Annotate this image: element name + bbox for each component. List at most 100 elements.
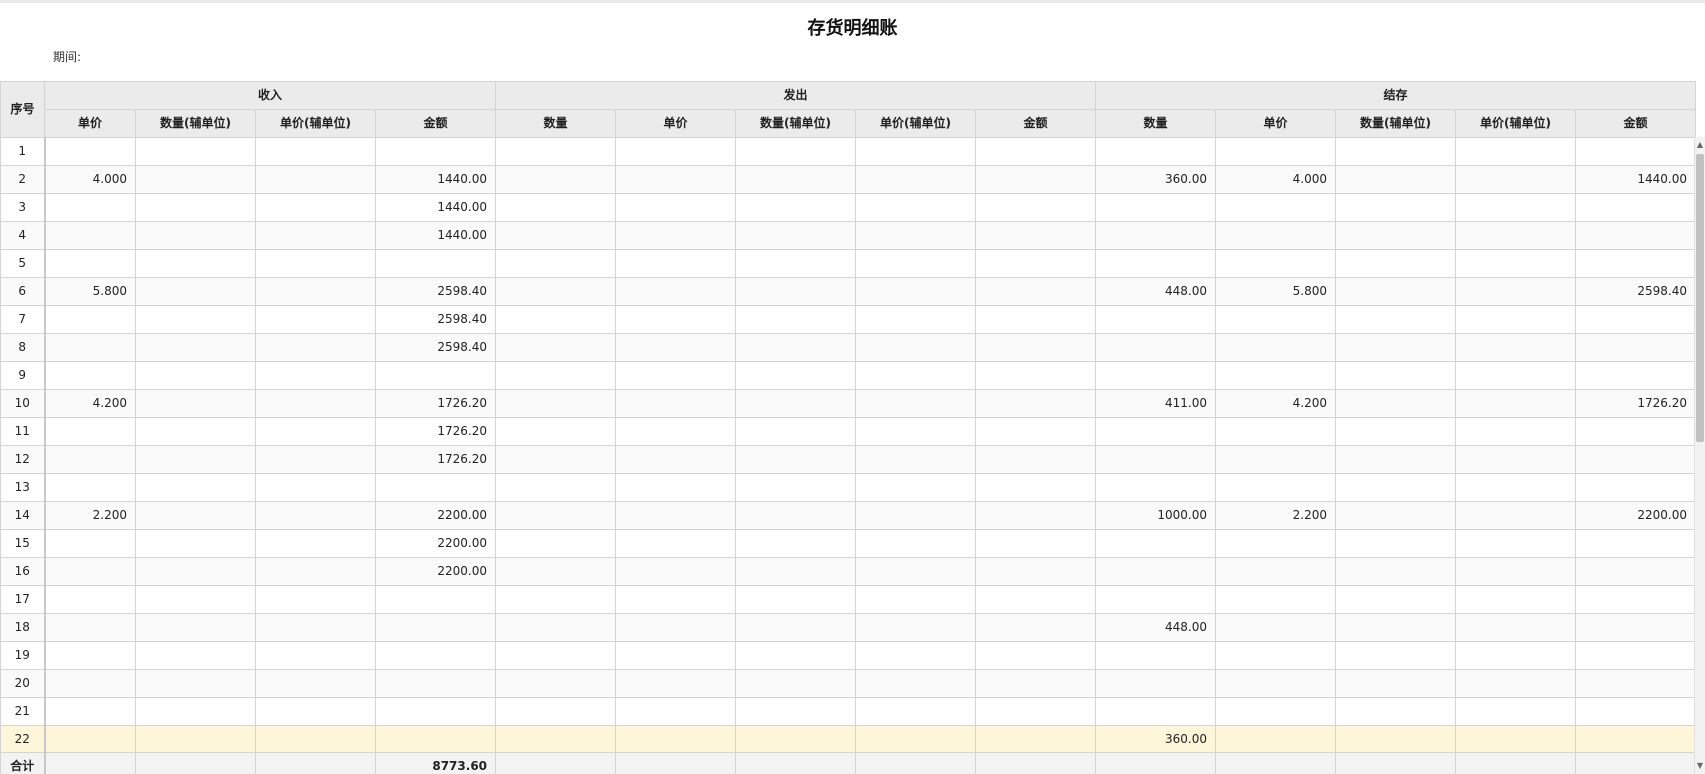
data-cell[interactable] (975, 752, 1097, 774)
data-cell[interactable] (44, 641, 136, 670)
data-cell[interactable] (615, 697, 737, 726)
data-cell[interactable] (374, 473, 497, 502)
data-cell[interactable] (1335, 669, 1457, 698)
data-cell[interactable] (855, 361, 977, 390)
data-cell[interactable] (135, 305, 256, 334)
data-cell[interactable] (855, 725, 977, 753)
data-cell[interactable] (1575, 529, 1697, 558)
data-cell[interactable] (495, 165, 617, 194)
data-cell[interactable] (1335, 193, 1457, 222)
data-cell[interactable] (1575, 137, 1697, 166)
data-cell[interactable] (255, 361, 376, 390)
data-cell[interactable] (735, 473, 857, 502)
data-cell[interactable] (495, 585, 617, 614)
data-cell[interactable] (1215, 585, 1337, 614)
data-cell[interactable] (374, 725, 497, 753)
data-cell[interactable] (735, 641, 857, 670)
data-cell[interactable] (1215, 557, 1337, 586)
data-cell[interactable] (255, 165, 376, 194)
data-cell[interactable] (255, 585, 376, 614)
column-header[interactable]: 单价 (44, 109, 136, 138)
data-cell[interactable] (1455, 165, 1577, 194)
data-cell[interactable] (44, 305, 136, 334)
data-cell[interactable]: 411.00 (1095, 389, 1217, 418)
data-cell[interactable] (135, 221, 256, 250)
data-cell[interactable] (1215, 445, 1337, 474)
data-cell[interactable] (44, 697, 136, 726)
data-cell[interactable]: 2598.40 (374, 305, 497, 334)
data-cell[interactable] (255, 669, 376, 698)
table-row[interactable]: 15 2200.00 (0, 529, 1697, 558)
data-cell[interactable] (1215, 669, 1337, 698)
data-cell[interactable] (1575, 752, 1697, 774)
data-cell[interactable] (855, 752, 977, 774)
data-cell[interactable] (975, 137, 1097, 166)
table-row[interactable]: 22 360.00 (0, 725, 1697, 753)
data-cell[interactable] (735, 137, 857, 166)
data-cell[interactable] (135, 277, 256, 306)
data-cell[interactable] (1335, 277, 1457, 306)
data-cell[interactable] (975, 641, 1097, 670)
data-cell[interactable]: 5.800 (44, 277, 136, 306)
table-row[interactable]: 12 1726.20 (0, 445, 1697, 474)
data-cell[interactable] (615, 221, 737, 250)
column-header[interactable]: 单价 (615, 109, 737, 138)
data-cell[interactable] (1095, 137, 1217, 166)
data-cell[interactable] (975, 585, 1097, 614)
data-cell[interactable] (44, 585, 136, 614)
data-cell[interactable] (495, 557, 617, 586)
data-cell[interactable] (1335, 585, 1457, 614)
data-cell[interactable] (855, 473, 977, 502)
data-cell[interactable] (495, 669, 617, 698)
data-cell[interactable] (1095, 585, 1217, 614)
data-cell[interactable] (1575, 249, 1697, 278)
data-cell[interactable] (135, 249, 256, 278)
column-header[interactable]: 金额 (975, 109, 1097, 138)
data-cell[interactable] (975, 697, 1097, 726)
data-cell[interactable] (1095, 417, 1217, 446)
data-cell[interactable] (615, 529, 737, 558)
data-cell[interactable] (1455, 641, 1577, 670)
data-cell[interactable]: 1726.20 (374, 417, 497, 446)
data-cell[interactable] (1095, 473, 1217, 502)
data-cell[interactable]: 1726.20 (374, 389, 497, 418)
data-cell[interactable] (255, 221, 376, 250)
data-cell[interactable] (1095, 361, 1217, 390)
data-cell[interactable] (1215, 137, 1337, 166)
data-cell[interactable] (1095, 669, 1217, 698)
data-cell[interactable]: 1440.00 (1575, 165, 1697, 194)
data-cell[interactable] (495, 725, 617, 753)
data-cell[interactable] (855, 501, 977, 530)
table-row[interactable]: 9 (0, 361, 1697, 390)
data-cell[interactable] (1335, 137, 1457, 166)
data-cell[interactable] (1335, 697, 1457, 726)
data-cell[interactable] (495, 445, 617, 474)
scrollbar-thumb[interactable] (1696, 154, 1704, 442)
data-cell[interactable] (735, 529, 857, 558)
data-cell[interactable] (44, 752, 136, 774)
group-header-issue[interactable]: 发出 (495, 81, 1097, 110)
data-cell[interactable]: 2200.00 (374, 529, 497, 558)
data-cell[interactable] (1575, 305, 1697, 334)
data-cell[interactable] (855, 669, 977, 698)
table-row[interactable]: 20 (0, 669, 1697, 698)
data-cell[interactable] (615, 613, 737, 642)
data-cell[interactable] (135, 137, 256, 166)
data-cell[interactable] (1095, 193, 1217, 222)
data-cell[interactable] (44, 333, 136, 362)
data-cell[interactable] (374, 669, 497, 698)
data-cell[interactable]: 2.200 (44, 501, 136, 530)
data-cell[interactable] (615, 305, 737, 334)
data-cell[interactable] (615, 193, 737, 222)
data-cell[interactable] (374, 137, 497, 166)
data-cell[interactable] (1455, 585, 1577, 614)
data-cell[interactable] (495, 752, 617, 774)
table-row[interactable]: 1 (0, 137, 1697, 166)
data-cell[interactable] (1335, 249, 1457, 278)
data-cell[interactable] (615, 165, 737, 194)
data-cell[interactable] (1455, 445, 1577, 474)
data-cell[interactable] (735, 221, 857, 250)
table-row[interactable]: 17 (0, 585, 1697, 614)
data-cell[interactable]: 1440.00 (374, 165, 497, 194)
data-cell[interactable]: 5.800 (1215, 277, 1337, 306)
